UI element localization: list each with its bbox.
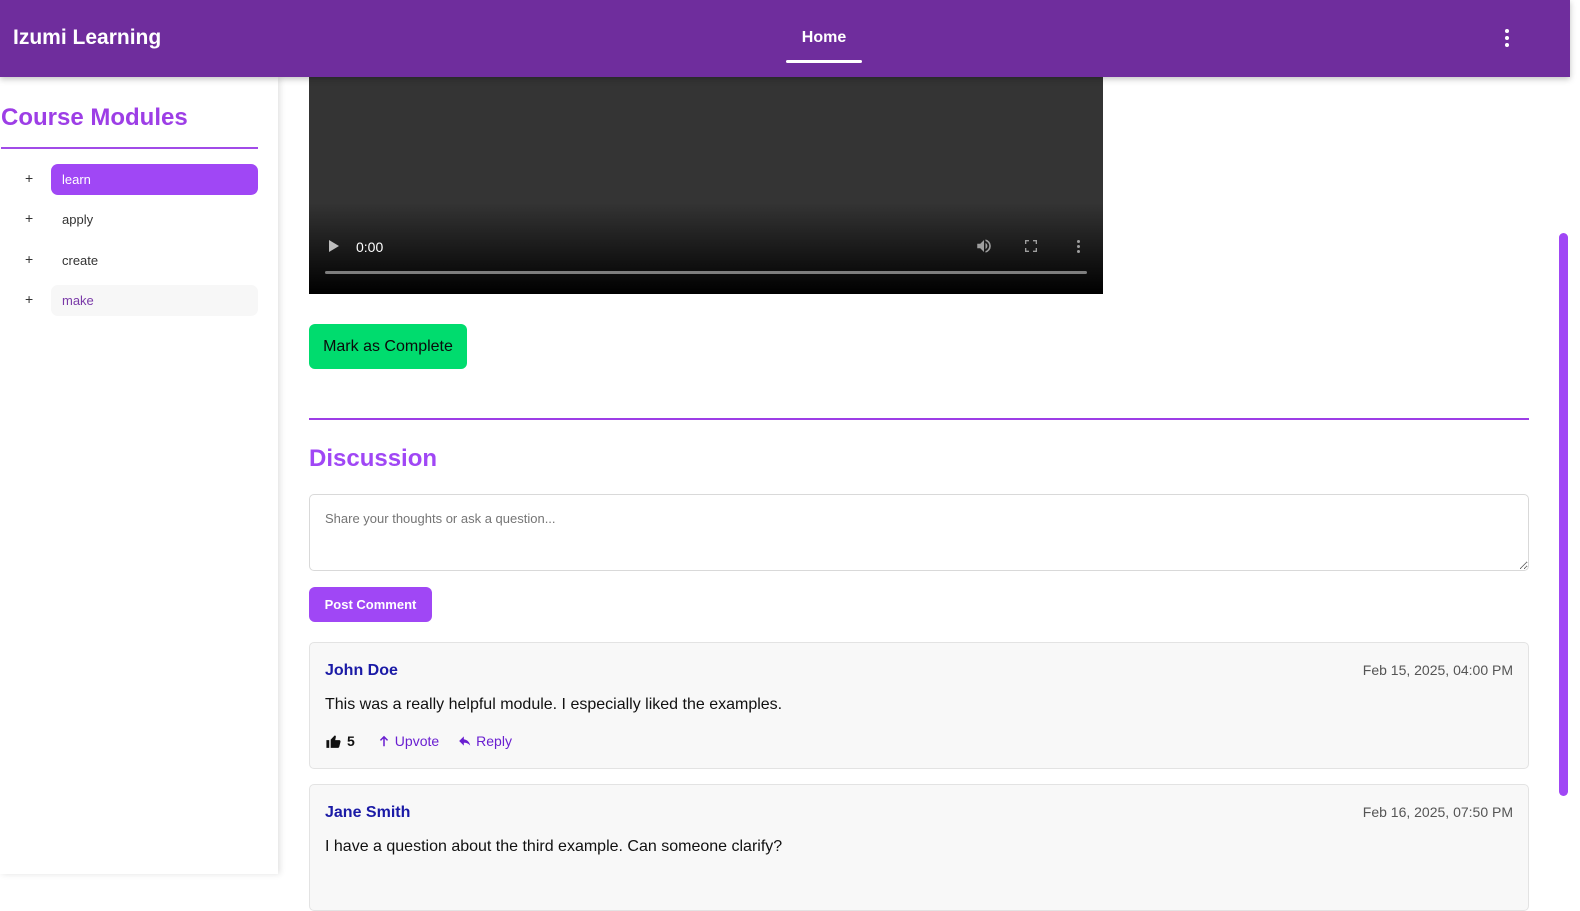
main-content: 0:00 Mark as Complete Discussion Post Co… (278, 77, 1558, 911)
expand-plus-icon[interactable]: + (25, 210, 33, 226)
comment-text: This was a really helpful module. I espe… (325, 696, 783, 713)
reply-button[interactable]: Reply (458, 733, 512, 749)
video-progress-bar[interactable] (325, 271, 1087, 274)
comment-date: Feb 15, 2025, 04:00 PM (1362, 662, 1513, 678)
comment-author[interactable]: Jane Smith (325, 804, 410, 822)
comment-author[interactable]: John Doe (325, 662, 398, 680)
more-vert-icon[interactable] (1497, 24, 1517, 52)
comment-actions: 5 Upvote Reply (325, 731, 531, 751)
expand-plus-icon[interactable]: + (25, 291, 33, 307)
nav-home-link[interactable]: Home (786, 0, 862, 63)
module-label[interactable]: apply (51, 204, 258, 235)
sidebar-divider (1, 147, 258, 149)
arrow-up-icon (379, 735, 388, 747)
like-count-value: 5 (347, 733, 355, 749)
comment-input[interactable] (309, 494, 1529, 571)
module-label[interactable]: create (51, 245, 258, 276)
module-label[interactable]: make (51, 285, 258, 316)
module-item-create[interactable]: + create (0, 245, 278, 276)
reply-label[interactable]: Reply (476, 733, 512, 749)
comment-card: John Doe Feb 15, 2025, 04:00 PM This was… (309, 642, 1529, 769)
thumbs-up-icon (326, 735, 341, 748)
expand-plus-icon[interactable]: + (25, 170, 33, 186)
play-icon[interactable] (329, 240, 339, 252)
section-divider (309, 418, 1529, 420)
video-more-icon[interactable] (1074, 238, 1082, 254)
like-count: 5 (325, 733, 355, 750)
discussion-title: Discussion (309, 445, 438, 472)
volume-icon[interactable] (975, 237, 993, 255)
post-comment-button[interactable]: Post Comment (309, 587, 432, 622)
upvote-button[interactable]: Upvote (377, 733, 439, 749)
sidebar-title: Course Modules (1, 104, 188, 131)
reply-icon (459, 736, 471, 746)
nav-active-indicator (786, 60, 862, 63)
video-time: 0:00 (356, 239, 384, 255)
video-player[interactable]: 0:00 (309, 77, 1103, 294)
app-brand[interactable]: Izumi Learning (13, 26, 161, 50)
top-app-bar: Izumi Learning Home (0, 0, 1570, 77)
upvote-label[interactable]: Upvote (395, 733, 439, 749)
fullscreen-icon[interactable] (1023, 238, 1039, 254)
comment-date: Feb 16, 2025, 07:50 PM (1362, 804, 1513, 820)
comment-card: Jane Smith Feb 16, 2025, 07:50 PM I have… (309, 784, 1529, 911)
course-sidebar: Course Modules + learn + apply + create … (0, 77, 278, 874)
module-label[interactable]: learn (51, 164, 258, 195)
page-scrollbar[interactable] (1559, 233, 1568, 796)
comment-text: I have a question about the third exampl… (325, 838, 783, 855)
module-item-make[interactable]: + make (0, 285, 278, 316)
mark-complete-button[interactable]: Mark as Complete (309, 324, 467, 369)
module-item-apply[interactable]: + apply (0, 204, 278, 235)
module-item-learn[interactable]: + learn (0, 164, 278, 195)
expand-plus-icon[interactable]: + (25, 251, 33, 267)
